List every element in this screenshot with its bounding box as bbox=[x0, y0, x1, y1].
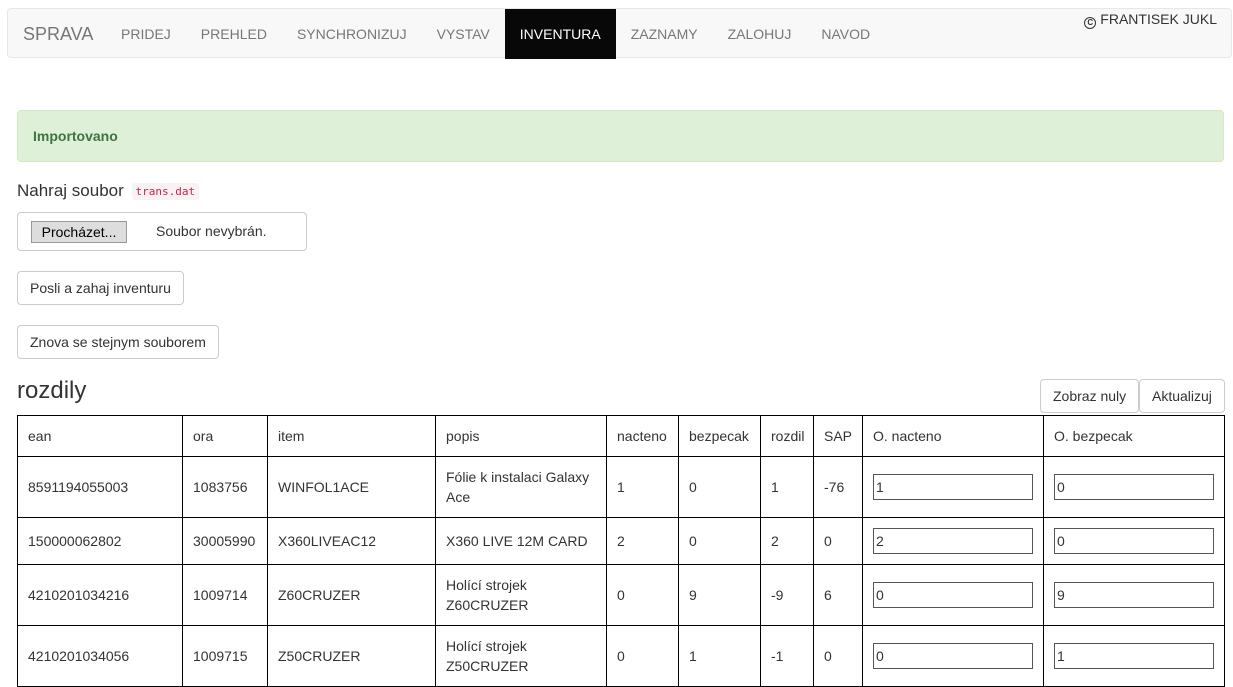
copyright-icon: C bbox=[1084, 17, 1097, 29]
cell-sap: 6 bbox=[813, 564, 863, 626]
o-bezpecak-input[interactable] bbox=[1054, 474, 1214, 500]
cell-item: X360LIVEAC12 bbox=[267, 517, 436, 565]
cell-nacteno: 1 bbox=[606, 456, 679, 518]
cell-ean: 4210201034216 bbox=[17, 564, 183, 626]
cell-sap: -76 bbox=[813, 456, 863, 518]
nav-item-pridej[interactable]: PRIDEJ bbox=[106, 9, 186, 59]
cell-ora: 30005990 bbox=[182, 517, 268, 565]
file-status: Soubor nevybrán. bbox=[156, 223, 267, 239]
cell-nacteno: 2 bbox=[606, 517, 679, 565]
cell-o-bezpecak bbox=[1043, 517, 1225, 565]
nav-item-inventura[interactable]: INVENTURA bbox=[504, 9, 616, 59]
filename-code: trans.dat bbox=[131, 183, 200, 200]
column-header: O. nacteno bbox=[862, 415, 1044, 457]
nav-item-synchronizuj[interactable]: SYNCHRONIZUJ bbox=[282, 9, 422, 59]
column-header: O. bezpecak bbox=[1043, 415, 1225, 457]
o-nacteno-input[interactable] bbox=[873, 643, 1033, 669]
cell-ean: 150000062802 bbox=[17, 517, 183, 565]
section-title: rozdily bbox=[17, 377, 87, 404]
nav-item-prehled[interactable]: PREHLED bbox=[186, 9, 282, 59]
column-header: bezpecak bbox=[678, 415, 761, 457]
cell-sap: 0 bbox=[813, 625, 863, 687]
column-header: rozdil bbox=[760, 415, 814, 457]
cell-nacteno: 0 bbox=[606, 564, 679, 626]
cell-o-nacteno bbox=[862, 517, 1044, 565]
author-name: FRANTISEK JUKL bbox=[1100, 11, 1217, 27]
o-nacteno-input[interactable] bbox=[873, 474, 1033, 500]
table-row: 4210201034056 1009715 Z50CRUZER Holící s… bbox=[17, 625, 1225, 687]
upload-label: Nahraj soubor trans.dat bbox=[17, 181, 200, 201]
send-and-start-button[interactable]: Posli a zahaj inventuru bbox=[17, 271, 184, 305]
cell-bezpecak: 1 bbox=[678, 625, 761, 687]
cell-rozdil: -9 bbox=[760, 564, 814, 626]
cell-o-nacteno bbox=[862, 456, 1044, 518]
column-header: ean bbox=[17, 415, 183, 457]
cell-rozdil: -1 bbox=[760, 625, 814, 687]
cell-bezpecak: 9 bbox=[678, 564, 761, 626]
column-header: ora bbox=[182, 415, 268, 457]
cell-bezpecak: 0 bbox=[678, 456, 761, 518]
navbar: SPRAVA PRIDEJ PREHLED SYNCHRONIZUJ VYSTA… bbox=[7, 8, 1232, 59]
cell-popis: Holící strojek Z60CRUZER bbox=[435, 564, 607, 626]
nav-item-vystav[interactable]: VYSTAV bbox=[422, 9, 505, 59]
cell-ora: 1009714 bbox=[182, 564, 268, 626]
table-row: 4210201034216 1009714 Z60CRUZER Holící s… bbox=[17, 564, 1225, 626]
nav-item-zaznamy[interactable]: ZAZNAMY bbox=[616, 9, 713, 59]
cell-bezpecak: 0 bbox=[678, 517, 761, 565]
table-header-row: ean ora item popis nacteno bezpecak rozd… bbox=[17, 415, 1225, 457]
cell-nacteno: 0 bbox=[606, 625, 679, 687]
success-alert: Importovano bbox=[17, 110, 1224, 162]
cell-o-bezpecak bbox=[1043, 456, 1225, 518]
browse-button[interactable]: Procházet... bbox=[31, 221, 127, 243]
update-button[interactable]: Aktualizuj bbox=[1139, 379, 1225, 413]
column-header: nacteno bbox=[606, 415, 679, 457]
again-same-file-button[interactable]: Znova se stejnym souborem bbox=[17, 325, 219, 359]
differences-table: ean ora item popis nacteno bezpecak rozd… bbox=[17, 415, 1225, 687]
nav-item-navod[interactable]: NAVOD bbox=[806, 9, 885, 59]
o-bezpecak-input[interactable] bbox=[1054, 528, 1214, 554]
cell-sap: 0 bbox=[813, 517, 863, 565]
table-row: 8591194055003 1083756 WINFOL1ACE Fólie k… bbox=[17, 456, 1225, 518]
table-row: 150000062802 30005990 X360LIVEAC12 X360 … bbox=[17, 517, 1225, 565]
cell-ora: 1083756 bbox=[182, 456, 268, 518]
column-header: item bbox=[267, 415, 436, 457]
cell-o-bezpecak bbox=[1043, 564, 1225, 626]
cell-popis: Fólie k instalaci Galaxy Ace bbox=[435, 456, 607, 518]
upload-label-text: Nahraj soubor bbox=[17, 181, 124, 200]
o-bezpecak-input[interactable] bbox=[1054, 643, 1214, 669]
cell-o-bezpecak bbox=[1043, 625, 1225, 687]
column-header: popis bbox=[435, 415, 607, 457]
o-nacteno-input[interactable] bbox=[873, 528, 1033, 554]
cell-popis: Holící strojek Z50CRUZER bbox=[435, 625, 607, 687]
show-zeros-button[interactable]: Zobraz nuly bbox=[1040, 379, 1140, 413]
navbar-brand[interactable]: SPRAVA bbox=[23, 9, 93, 59]
cell-o-nacteno bbox=[862, 564, 1044, 626]
cell-item: Z60CRUZER bbox=[267, 564, 436, 626]
cell-item: WINFOL1ACE bbox=[267, 456, 436, 518]
o-nacteno-input[interactable] bbox=[873, 582, 1033, 608]
column-header: SAP bbox=[813, 415, 863, 457]
cell-o-nacteno bbox=[862, 625, 1044, 687]
o-bezpecak-input[interactable] bbox=[1054, 582, 1214, 608]
nav-menu: PRIDEJ PREHLED SYNCHRONIZUJ VYSTAV INVEN… bbox=[106, 9, 885, 59]
author-credit: C FRANTISEK JUKL bbox=[1084, 9, 1217, 29]
cell-ora: 1009715 bbox=[182, 625, 268, 687]
cell-ean: 8591194055003 bbox=[17, 456, 183, 518]
file-input[interactable]: Procházet... Soubor nevybrán. bbox=[17, 212, 307, 251]
cell-item: Z50CRUZER bbox=[267, 625, 436, 687]
cell-popis: X360 LIVE 12M CARD bbox=[435, 517, 607, 565]
nav-item-zalohuj[interactable]: ZALOHUJ bbox=[713, 9, 807, 59]
cell-rozdil: 2 bbox=[760, 517, 814, 565]
cell-ean: 4210201034056 bbox=[17, 625, 183, 687]
cell-rozdil: 1 bbox=[760, 456, 814, 518]
